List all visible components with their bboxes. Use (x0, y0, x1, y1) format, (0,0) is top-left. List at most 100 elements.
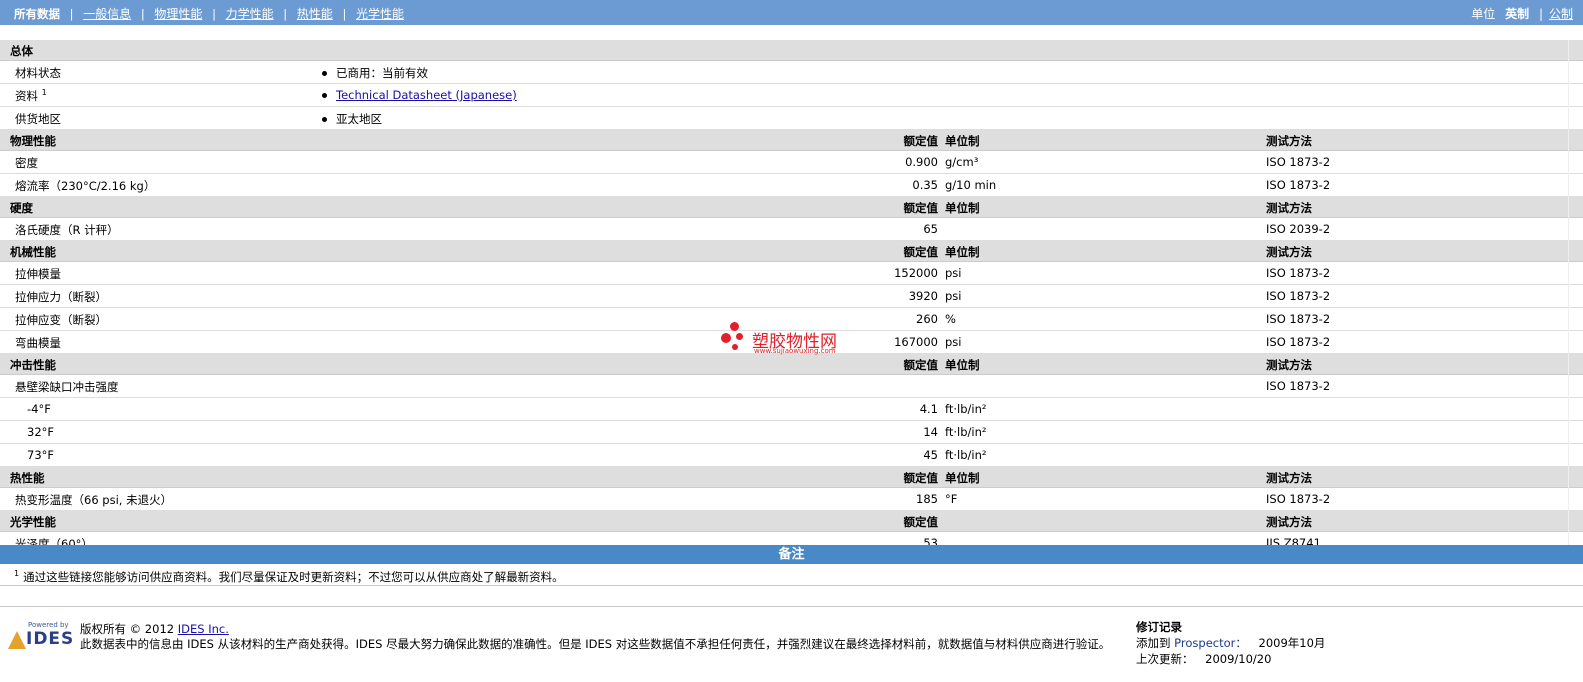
property-value: 65 (923, 222, 938, 236)
section-header-optical: 光学性能 额定值 测试方法 (0, 511, 1583, 532)
footer: Powered by IDES 版权所有 © 2012 IDES Inc. 此数… (0, 606, 1583, 682)
unit-switcher: 单位 英制 | 公制 (1471, 5, 1573, 22)
added-label: 添加到 (1136, 636, 1171, 650)
property-unit: g/10 min (945, 178, 997, 192)
property-name: 拉伸模量 (15, 267, 61, 281)
added-date: 2009年10月 (1258, 636, 1326, 650)
property-name: 材料状态 (15, 66, 61, 80)
nav-separator: | (140, 7, 145, 21)
unit-metric-link[interactable]: 公制 (1549, 7, 1573, 21)
property-unit: psi (945, 266, 962, 280)
table-row: -4°F 4.1 ft·lb/in² (0, 398, 1583, 421)
value-text: 已商用：当前有效 (336, 66, 428, 80)
value-text: 亚太地区 (336, 112, 382, 126)
table-row: 拉伸应力（断裂） 3920 psi ISO 1873-2 (0, 285, 1583, 308)
nav-thermal[interactable]: 热性能 (297, 7, 333, 21)
property-name: 73°F (27, 448, 54, 462)
nav-optical[interactable]: 光学性能 (356, 7, 404, 21)
datasheet-link[interactable]: Technical Datasheet (Japanese) (336, 88, 517, 102)
property-unit: g/cm³ (945, 155, 979, 169)
property-name: 热变形温度（66 psi, 未退火） (15, 493, 173, 507)
unit-english[interactable]: 英制 (1505, 7, 1529, 21)
column-header-nominal: 额定值 (903, 358, 939, 372)
footnote-number: 1 (14, 569, 20, 579)
column-header-unit: 单位制 (945, 471, 980, 485)
table-row: 热变形温度（66 psi, 未退火） 185 °F ISO 1873-2 (0, 488, 1583, 511)
property-value: 185 (916, 492, 938, 506)
property-unit: ft·lb/in² (945, 425, 987, 439)
property-name: 供货地区 (15, 112, 61, 126)
section-header-physical: 物理性能 额定值 单位制 测试方法 (0, 130, 1583, 151)
column-header-unit: 单位制 (945, 358, 980, 372)
property-name: 熔流率（230°C/2.16 kg） (15, 179, 156, 193)
section-title: 物理性能 (10, 134, 56, 148)
property-value: 3920 (908, 289, 938, 303)
bullet-icon (322, 71, 327, 76)
ides-logo[interactable]: Powered by IDES (8, 621, 73, 651)
property-name: 拉伸应力（断裂） (15, 290, 107, 304)
units-label: 单位 (1471, 7, 1496, 21)
property-name: 弯曲模量 (15, 336, 61, 350)
ides-link[interactable]: IDES Inc. (178, 622, 229, 636)
section-title: 热性能 (10, 471, 45, 485)
column-header-method: 测试方法 (1266, 245, 1312, 259)
watermark-url: www.sujiaowuxing.com (754, 347, 836, 355)
property-value: 260 (916, 312, 938, 326)
property-value: 14 (923, 425, 938, 439)
nav-separator: | (342, 7, 347, 21)
section-header-impact: 冲击性能 额定值 单位制 测试方法 (0, 354, 1583, 375)
test-method: ISO 1873-2 (1266, 289, 1331, 303)
property-name: 资料 1 (15, 88, 47, 104)
added-target: Prospector： (1174, 636, 1247, 650)
nav-separator: | (212, 7, 216, 21)
column-header-unit: 单位制 (945, 245, 980, 259)
section-nav: 所有数据 | 一般信息 | 物理性能 | 力学性能 | 热性能 | 光学性能 (14, 5, 404, 22)
property-value: 167000 (894, 335, 938, 349)
updated-label: 上次更新： (1136, 652, 1194, 666)
property-value: 已商用：当前有效 (322, 65, 428, 81)
bullet-icon (322, 117, 327, 122)
nav-separator: | (69, 7, 74, 21)
column-header-unit: 单位制 (945, 201, 980, 215)
property-value: 152000 (894, 266, 938, 280)
nav-general[interactable]: 一般信息 (83, 7, 131, 21)
test-method: ISO 2039-2 (1266, 222, 1331, 236)
test-method: ISO 1873-2 (1266, 266, 1331, 280)
copyright: 版权所有 © 2012 IDES Inc. (80, 621, 229, 637)
property-value: 亚太地区 (322, 111, 382, 127)
footnote-text: 通过这些链接您能够访问供应商资料。我们尽量保证及时更新资料；不过您可以从供应商处… (23, 570, 564, 584)
section-header-hardness: 硬度 额定值 单位制 测试方法 (0, 197, 1583, 218)
property-name: 悬壁梁缺口冲击强度 (15, 380, 119, 394)
top-nav-bar: 所有数据 | 一般信息 | 物理性能 | 力学性能 | 热性能 | 光学性能 单… (0, 0, 1583, 25)
property-unit: ft·lb/in² (945, 402, 987, 416)
test-method: ISO 1873-2 (1266, 379, 1331, 393)
column-header-nominal: 额定值 (903, 245, 939, 259)
column-header-unit: 单位制 (945, 134, 980, 148)
table-row: 32°F 14 ft·lb/in² (0, 421, 1583, 444)
footnote: 1 通过这些链接您能够访问供应商资料。我们尽量保证及时更新资料；不过您可以从供应商… (14, 569, 564, 585)
property-unit: °F (945, 492, 958, 506)
nav-physical[interactable]: 物理性能 (154, 7, 202, 21)
column-header-method: 测试方法 (1266, 471, 1312, 485)
scrollbar[interactable] (1568, 40, 1583, 545)
copyright-text: 版权所有 © 2012 (80, 622, 175, 636)
section-title: 硬度 (10, 201, 33, 215)
table-row: 73°F 45 ft·lb/in² (0, 444, 1583, 467)
revision-added: 添加到 Prospector： 2009年10月 (1136, 635, 1325, 651)
logo-triangle-icon (8, 631, 26, 649)
property-name: 密度 (15, 156, 38, 170)
updated-date: 2009/10/20 (1205, 652, 1272, 666)
property-name-text: 资料 (15, 89, 38, 103)
table-row: 资料 1 Technical Datasheet (Japanese) (0, 84, 1583, 107)
test-method: ISO 1873-2 (1266, 155, 1331, 169)
table-row: 悬壁梁缺口冲击强度 ISO 1873-2 (0, 375, 1583, 398)
nav-all-data[interactable]: 所有数据 (14, 7, 60, 21)
property-name: 洛氏硬度（R 计秤） (15, 223, 119, 237)
column-header-method: 测试方法 (1266, 134, 1312, 148)
section-title: 光学性能 (10, 515, 56, 529)
test-method: ISO 1873-2 (1266, 312, 1331, 326)
section-title: 机械性能 (10, 245, 56, 259)
disclaimer: 此数据表中的信息由 IDES 从该材料的生产商处获得。IDES 尽最大努力确保此… (80, 637, 1111, 651)
nav-mechanical[interactable]: 力学性能 (226, 7, 274, 21)
section-title: 总体 (10, 44, 33, 58)
